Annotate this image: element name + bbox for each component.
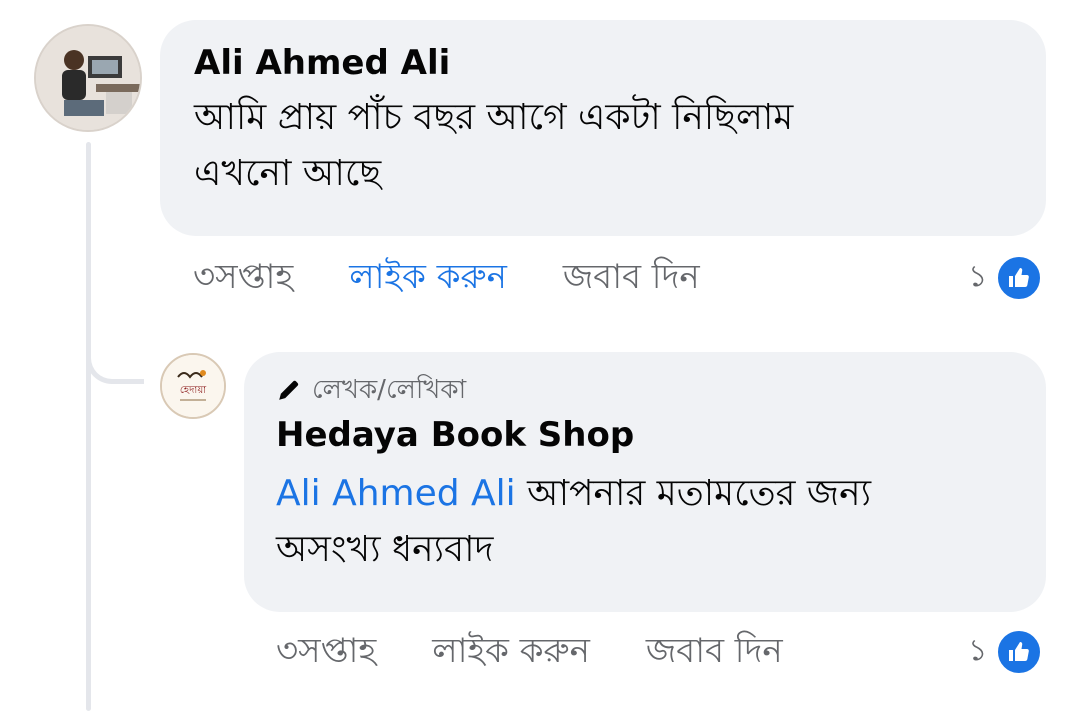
reply-text: Ali Ahmed Ali আপনার মতামতের জন্য অসংখ্য … (276, 466, 1014, 578)
reply-connector (86, 340, 144, 384)
reply-timestamp[interactable]: ৩সপ্তাহ (276, 625, 376, 682)
reaction-count: ১ (968, 259, 988, 294)
comment-text-line2: এখনো আছে (194, 153, 382, 194)
comment-actions: ৩সপ্তাহ লাইক করুন জবাব দিন (193, 254, 756, 304)
reply-like-button[interactable]: লাইক করুন (432, 625, 590, 682)
reply-actions: ৩সপ্তাহ লাইক করুন জবাব দিন (276, 628, 839, 678)
reply-text-line1: Ali Ahmed Ali আপনার মতামতের জন্য (276, 466, 1014, 522)
comment-bubble: Ali Ahmed Ali আমি প্রায় পাঁচ বছর আগে এক… (160, 20, 1046, 236)
reply-text-line2: অসংখ্য ধন্যবাদ (276, 529, 494, 570)
comment-timestamp[interactable]: ৩সপ্তাহ (193, 251, 293, 308)
badge-label: লেখক/লেখিকা (312, 375, 467, 405)
page-avatar[interactable]: হেদায়া (160, 353, 226, 419)
reply-reaction-count: ১ (968, 633, 988, 668)
hedaya-logo: হেদায়া (162, 355, 224, 417)
avatar-photo (36, 26, 140, 130)
comment-author[interactable]: Ali Ahmed Ali (194, 42, 1012, 84)
reply-bubble: লেখক/লেখিকা Hedaya Book Shop Ali Ahmed A… (244, 352, 1046, 612)
logo-text: হেদায়া (180, 385, 207, 396)
thumbs-up-icon (995, 253, 1044, 302)
commenter-avatar[interactable] (34, 24, 142, 132)
comment-text: আমি প্রায় পাঁচ বছর আগে একটা নিছিলাম এখন… (194, 90, 1012, 202)
thread-line (86, 142, 91, 711)
author-badge: লেখক/লেখিকা (276, 372, 1014, 408)
reply-text-line1-rest: আপনার মতামতের জন্য (527, 473, 872, 514)
reply-reply-button[interactable]: জবাব দিন (646, 625, 783, 682)
pencil-icon (279, 380, 299, 400)
reply-button[interactable]: জবাব দিন (563, 251, 700, 308)
mention-link[interactable]: Ali Ahmed Ali (276, 473, 516, 514)
comment-text-line1: আমি প্রায় পাঁচ বছর আগে একটা নিছিলাম (194, 97, 794, 138)
thumbs-up-icon (995, 627, 1044, 676)
comment-reactions[interactable]: ১ (968, 252, 1044, 303)
reply-author[interactable]: Hedaya Book Shop (276, 414, 1014, 456)
like-button[interactable]: লাইক করুন (349, 251, 507, 308)
reply-reactions[interactable]: ১ (968, 626, 1044, 677)
